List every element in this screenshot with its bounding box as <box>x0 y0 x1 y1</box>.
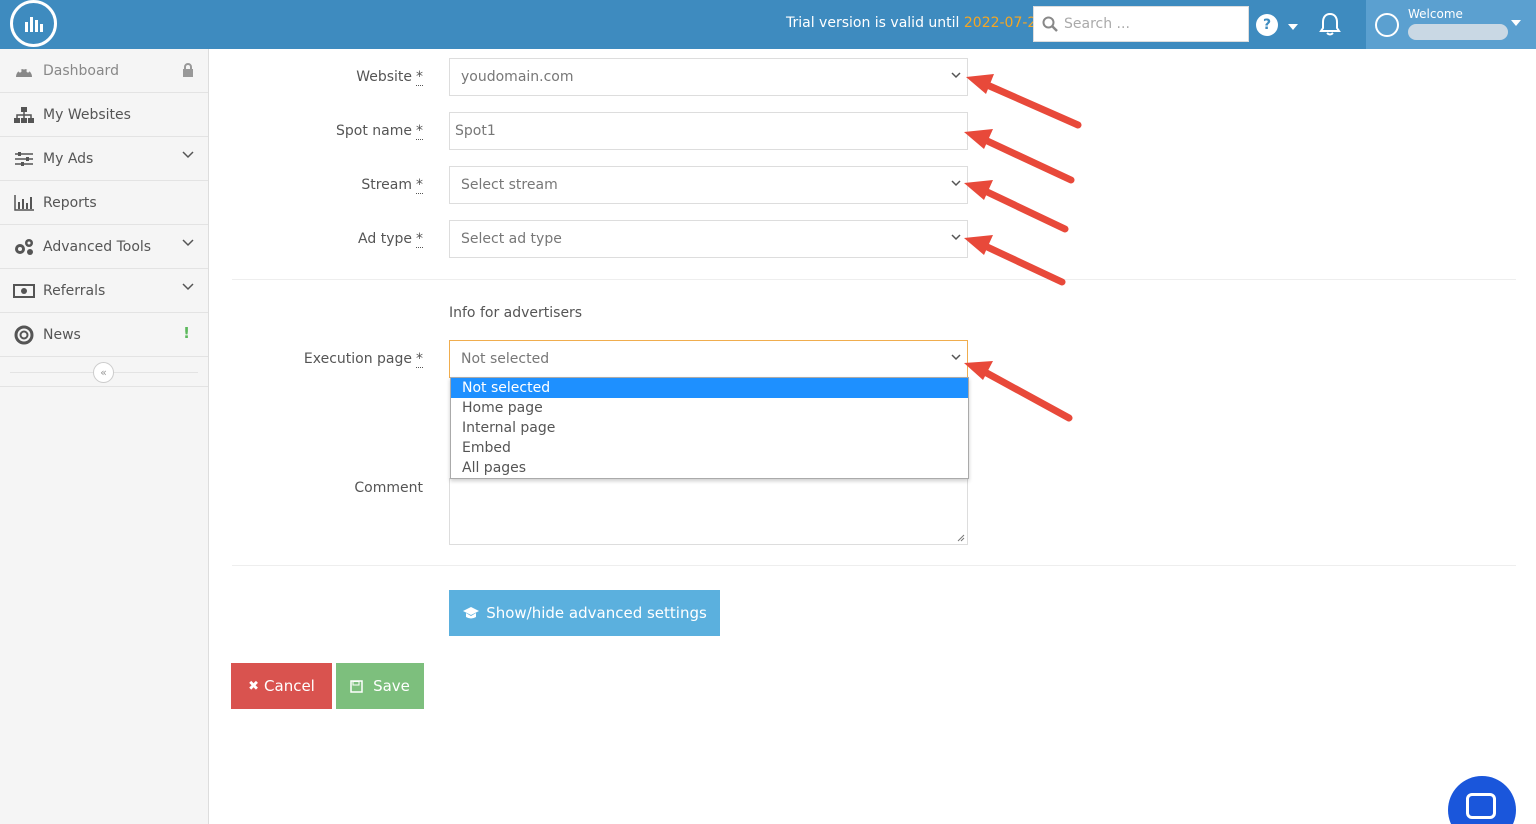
annotation-arrow-execution-page <box>964 361 1073 422</box>
chat-icon <box>1466 793 1496 819</box>
annotation-arrow-website <box>966 74 1082 129</box>
annotation-arrow-stream <box>964 180 1069 233</box>
annotation-arrows <box>964 74 1082 422</box>
annotation-arrow-spot-name <box>964 129 1075 184</box>
annotation-arrow-ad-type <box>964 235 1066 286</box>
